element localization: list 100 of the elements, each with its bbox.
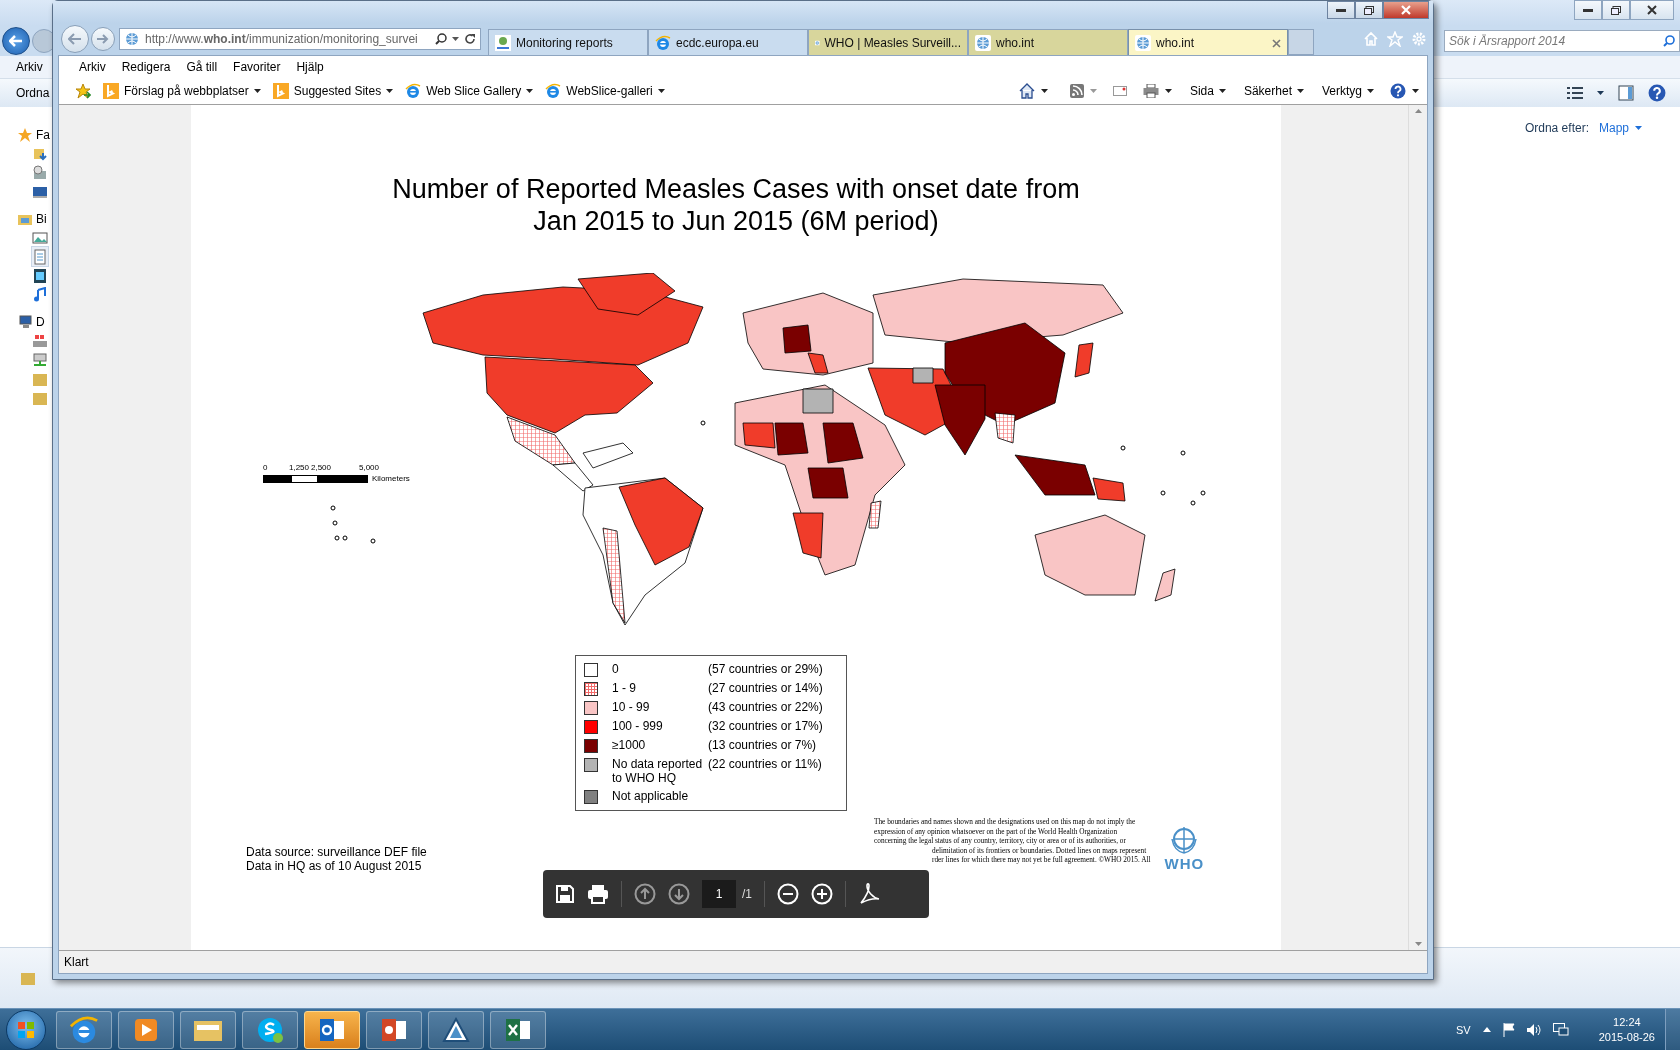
forward-button[interactable] [91,27,115,51]
legend-label: No data reported to WHO HQ [612,757,704,785]
zoom-in-icon[interactable] [811,883,833,905]
caret-icon [1040,89,1048,93]
star-icon[interactable] [1387,31,1403,47]
home-icon[interactable] [1018,83,1035,99]
clock[interactable]: 12:24 2015-08-26 [1598,1014,1655,1045]
restore-button[interactable] [1602,0,1630,20]
sort-dropdown[interactable]: Mapp [1598,121,1642,135]
favorites-star-icon[interactable] [75,83,91,99]
nav-item[interactable] [32,266,48,285]
nav-item[interactable] [32,163,48,182]
zoom-out-icon[interactable] [777,883,799,905]
b-logo-icon [272,83,289,99]
caret-icon [253,89,261,93]
print-icon[interactable] [587,884,609,904]
search-field[interactable]: Sök i Årsrapport 2014 [1444,30,1680,52]
legend-label: 10 - 99 [612,700,651,714]
e-logo-icon [69,1014,99,1045]
page-count: /1 [742,887,752,901]
arrow-left-icon [68,33,82,45]
arrow-left-icon [9,35,23,47]
legend-count: (57 countries or 29%) [708,662,824,676]
nav-item[interactable]: D [17,312,45,331]
browser-tab[interactable]: who.int [968,29,1128,55]
browser-tab[interactable]: WHO | Measles Surveill... [808,29,968,55]
restore-icon [1364,5,1374,15]
language-indicator[interactable]: SV [1456,1023,1471,1036]
e-logo-icon [405,83,422,99]
command-menu[interactable]: Säkerhet [1243,84,1304,98]
document-icon [32,248,48,265]
flag-icon[interactable] [1502,1022,1515,1037]
computer-icon [17,313,33,330]
status-text: Klart [64,955,89,969]
favorites-link[interactable]: Förslag på webbplatser [103,83,261,99]
preview-pane-icon[interactable] [1618,85,1634,101]
search-icon[interactable] [435,33,447,45]
restore-button[interactable] [1355,1,1383,19]
save-icon[interactable] [555,884,575,904]
help-icon[interactable] [1390,83,1406,99]
command-menu[interactable]: Verktyg [1321,84,1374,98]
drive-icon [32,332,48,349]
nav-item[interactable] [32,285,48,304]
browser-tab[interactable]: who.int [1128,29,1288,56]
scale-bar: 0 1,250 2,500 5,000 Kilometers [263,463,413,491]
command-menu[interactable]: Sida [1189,84,1226,98]
restore-icon [1611,5,1621,15]
address-field[interactable]: http://www.who.int/immunization/monitoring_survei [119,28,481,50]
page-number-field[interactable]: 1 [702,880,736,908]
menu-item[interactable]: Arkiv [16,60,43,74]
browser-tab[interactable]: Monitoring reports [488,29,648,55]
caret-icon [1296,89,1304,93]
taskbar-button[interactable] [304,1010,360,1049]
menu-item[interactable]: Arkiv [79,60,106,74]
legend-count: (22 countries or 11%) [708,757,823,771]
sort-label: Ordna efter: [1524,121,1589,135]
favorites-link[interactable]: WebSlice-galleri [545,83,665,99]
caret-icon [1089,89,1097,93]
minimize-button[interactable] [1327,1,1355,19]
close-icon [1647,5,1657,15]
help-icon[interactable] [1648,84,1666,102]
picture-icon [32,229,48,246]
organize-button[interactable]: Ordna [16,86,50,100]
view-list-icon[interactable] [1567,87,1583,99]
next-page-icon[interactable] [668,883,690,905]
caret-icon [452,37,459,41]
legend-count: (43 countries or 22%) [708,700,824,714]
close-button[interactable] [1383,1,1429,19]
menu-item[interactable]: Redigera [121,60,171,74]
minimize-button[interactable] [1574,0,1602,20]
previous-page-icon[interactable] [634,883,656,905]
network-icon[interactable] [1552,1022,1569,1037]
show-desktop-button[interactable] [1665,1008,1680,1050]
close-tab-icon[interactable] [1272,38,1281,48]
back-button[interactable] [2,27,30,55]
menu-item[interactable]: Hjälp [296,60,324,74]
start-button[interactable] [6,1009,46,1050]
favorites-link[interactable]: Web Slice Gallery [405,83,534,99]
legend-count: (13 countries or 7%) [708,738,818,752]
b-logo-icon [103,83,119,99]
triangle-icon [442,1015,470,1044]
legend-count: (32 countries or 17%) [708,719,824,733]
show-hidden-icons-icon[interactable] [1482,1027,1491,1032]
map-title: Jan 2015 to Jun 2015 (6M period) [532,205,940,237]
star-icon [17,126,33,143]
acrobat-icon[interactable] [858,882,882,906]
source-note: Data in HQ as of 10 August 2015 [246,859,423,873]
mail-icon[interactable] [1112,86,1127,96]
close-button[interactable] [1630,0,1674,20]
refresh-icon[interactable] [464,33,476,45]
menu-item[interactable]: Gå till [186,60,218,74]
browser-tab[interactable]: ecdc.europa.eu [648,29,808,55]
nav-item[interactable]: Fa [17,125,50,144]
network-icon [32,351,48,368]
feed-icon[interactable] [1069,84,1084,98]
nav-item[interactable]: Bi [17,209,47,228]
speaker-icon[interactable] [1526,1023,1541,1036]
scroll-up-icon[interactable] [1414,109,1422,113]
favorites-link[interactable]: Suggested Sites [272,83,394,99]
menu-item[interactable]: Favoriter [233,60,281,74]
